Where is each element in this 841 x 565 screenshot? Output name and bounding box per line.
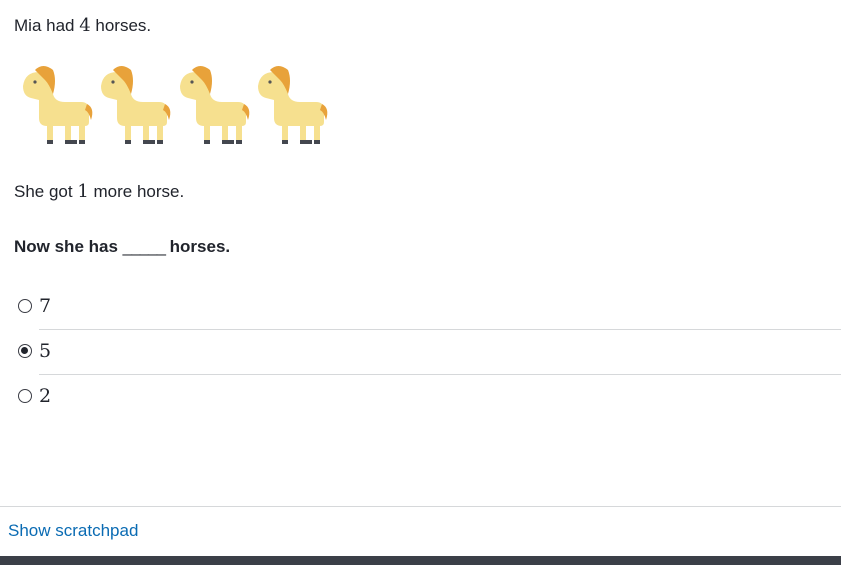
radio-button[interactable]	[18, 389, 32, 403]
prompt-pre: Now she has	[14, 237, 123, 256]
choice-label: 2	[39, 385, 52, 407]
line2-post: more horse.	[88, 182, 185, 201]
radio-button-selected[interactable]	[18, 344, 32, 358]
line1-pre: Mia had	[14, 16, 80, 35]
choice-label: 7	[39, 295, 52, 317]
problem-line-2: She got 1 more horse.	[14, 181, 184, 202]
horse-icon	[23, 66, 93, 144]
horse-icon	[180, 66, 250, 144]
choice-option[interactable]: 7	[0, 285, 841, 330]
bottom-bar	[0, 556, 841, 565]
footer: Show scratchpad	[0, 506, 841, 557]
horse-group	[13, 64, 333, 148]
line1-number: 4	[79, 15, 91, 36]
prompt-post: horses.	[164, 237, 231, 256]
radio-button[interactable]	[18, 299, 32, 313]
line2-pre: She got	[14, 182, 78, 201]
horse-icon	[258, 66, 328, 144]
choice-option[interactable]: 2	[0, 375, 841, 420]
horse-icon	[101, 66, 171, 144]
question-prompt: Now she has _____ horses.	[14, 237, 230, 257]
choice-label: 5	[39, 340, 52, 362]
line1-post: horses.	[90, 16, 152, 35]
problem-line-1: Mia had 4 horses.	[14, 15, 151, 36]
answer-blank: _____	[122, 237, 166, 256]
line2-number: 1	[77, 181, 89, 202]
choice-option[interactable]: 5	[0, 330, 841, 375]
show-scratchpad-link[interactable]: Show scratchpad	[8, 521, 138, 541]
answer-choices: 7 5 2	[0, 285, 841, 420]
